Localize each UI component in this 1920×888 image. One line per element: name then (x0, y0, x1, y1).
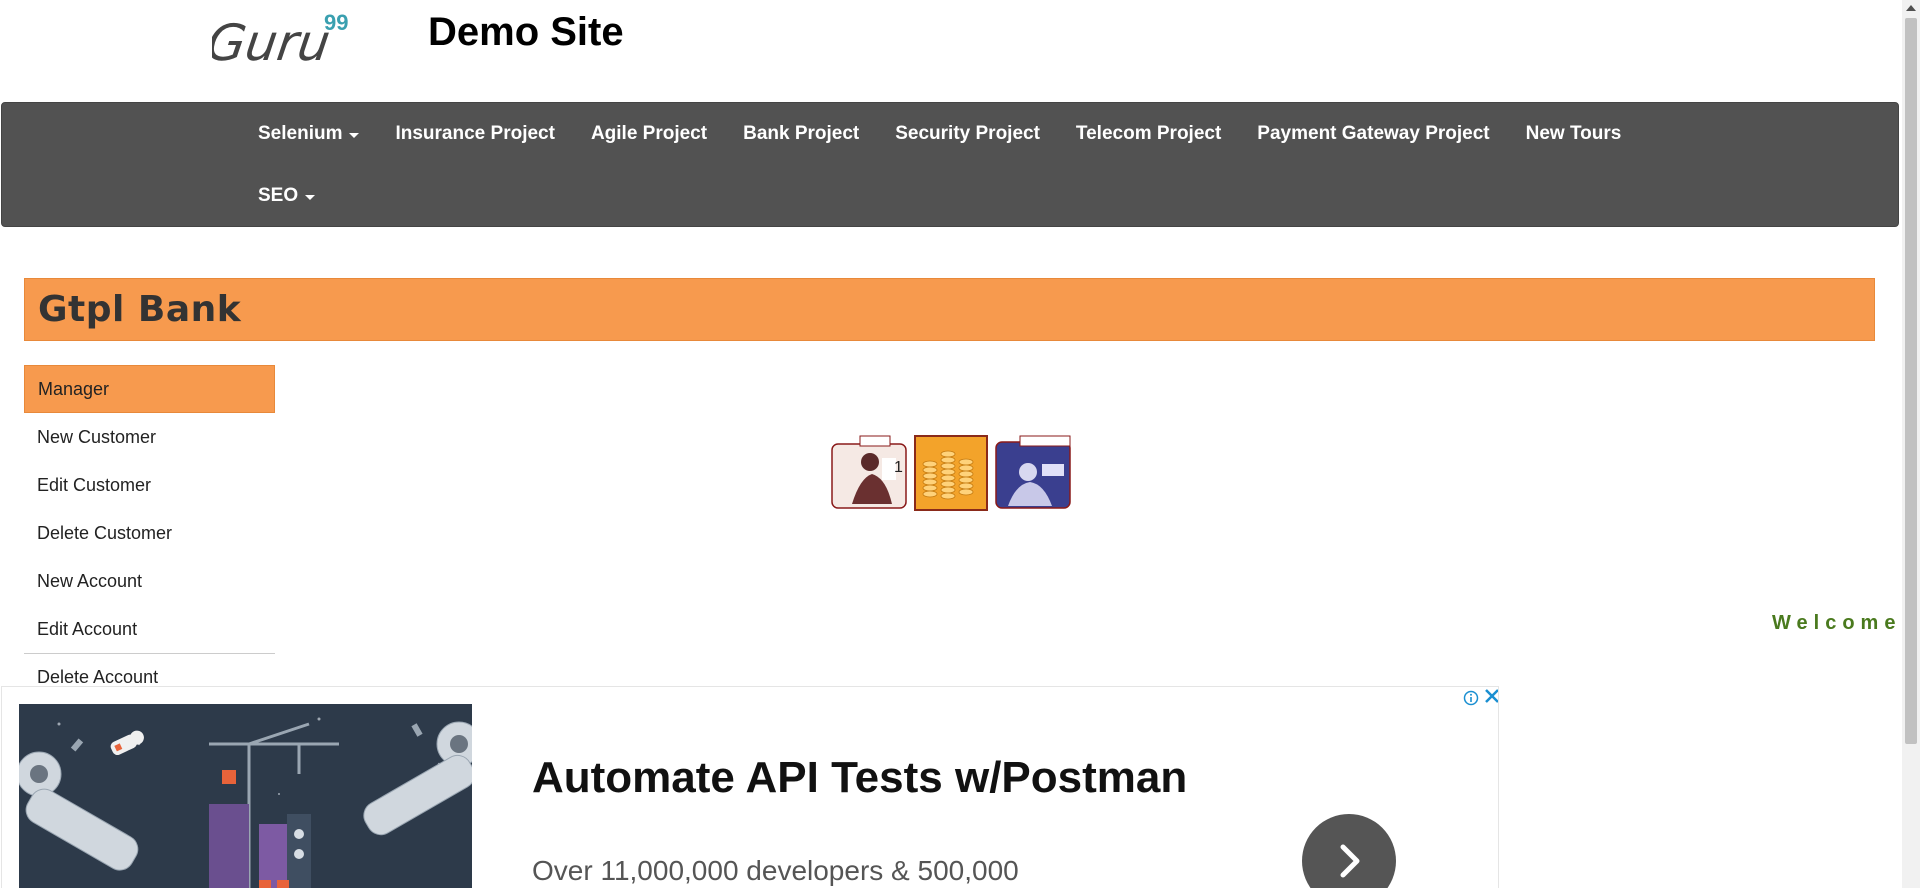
ad-headline[interactable]: Automate API Tests w/Postman (532, 753, 1187, 803)
ad-illustration[interactable] (19, 704, 472, 888)
nav-item-insurance-project[interactable]: Insurance Project (377, 123, 572, 145)
sidebar-item-label: Delete Customer (37, 522, 173, 543)
caret-down-icon (349, 132, 360, 138)
navbar-row-2: SEO (240, 165, 333, 227)
sidebar-item-manager[interactable]: Manager (24, 365, 275, 413)
svg-text:1: 1 (894, 459, 903, 476)
sidebar-item-label: Delete Account (37, 667, 159, 687)
nav-item-seo[interactable]: SEO (240, 185, 333, 207)
sidebar-item-edit-account[interactable]: Edit Account (24, 605, 275, 653)
guru99-logo[interactable]: Guru 99 (203, 8, 362, 72)
sidebar-menu: Manager New Customer Edit Customer Delet… (24, 365, 275, 701)
nav-item-payment-gateway-project[interactable]: Payment Gateway Project (1239, 123, 1507, 145)
sidebar-item-delete-customer[interactable]: Delete Customer (24, 509, 275, 557)
scrollbar-thumb[interactable] (1905, 18, 1917, 744)
sidebar-item-label: Edit Customer (37, 474, 152, 495)
sidebar-item-new-customer[interactable]: New Customer (24, 413, 275, 461)
sidebar-item-label: New Customer (37, 426, 157, 447)
info-icon[interactable] (1463, 690, 1479, 710)
nav-label: Insurance Project (395, 123, 555, 144)
nav-item-telecom-project[interactable]: Telecom Project (1058, 123, 1239, 145)
ad-subtext: Over 11,000,000 developers & 500,000 (532, 855, 1019, 886)
nav-label: Bank Project (743, 123, 860, 144)
sidebar-item-edit-customer[interactable]: Edit Customer (24, 461, 275, 509)
bank-banner: Gtpl Bank (24, 278, 1875, 341)
welcome-text: Welcome (1772, 612, 1902, 634)
nav-label: Telecom Project (1075, 123, 1222, 144)
sidebar-item-new-account[interactable]: New Account (24, 557, 275, 605)
bank-banner-image: 1 (831, 435, 1071, 511)
close-icon[interactable] (1483, 687, 1498, 711)
logo-text: Guru (212, 13, 334, 70)
nav-label: SEO (258, 185, 299, 206)
sidebar-item-label: Manager (38, 378, 110, 399)
vertical-scrollbar[interactable] (1902, 0, 1920, 888)
nav-label: Security Project (895, 123, 1040, 144)
nav-label: Selenium (258, 123, 343, 144)
nav-item-new-tours[interactable]: New Tours (1508, 123, 1640, 145)
nav-item-agile-project[interactable]: Agile Project (573, 123, 725, 145)
sidebar-item-label: Edit Account (37, 618, 138, 639)
nav-label: Agile Project (590, 123, 708, 144)
nav-label: New Tours (1525, 123, 1622, 144)
nav-item-security-project[interactable]: Security Project (877, 123, 1058, 145)
nav-label: Payment Gateway Project (1257, 123, 1490, 144)
caret-down-icon (305, 194, 316, 200)
navbar-row-1: Selenium Insurance Project Agile Project… (240, 103, 1639, 165)
scroll-up-arrow-icon[interactable] (1906, 5, 1916, 11)
advertisement[interactable]: Automate API Tests w/Postman Over 11,000… (1, 686, 1499, 888)
nav-item-selenium[interactable]: Selenium (240, 123, 377, 145)
nav-item-bank-project[interactable]: Bank Project (725, 123, 877, 145)
site-title: Demo Site (428, 10, 624, 54)
sidebar-item-label: New Account (37, 570, 143, 591)
chevron-right-icon[interactable] (1302, 814, 1396, 888)
banner-images: 1 (830, 434, 1074, 512)
main-navbar: Selenium Insurance Project Agile Project… (1, 102, 1899, 227)
bank-title: Gtpl Bank (38, 289, 242, 330)
logo-superscript: 99 (324, 10, 348, 35)
